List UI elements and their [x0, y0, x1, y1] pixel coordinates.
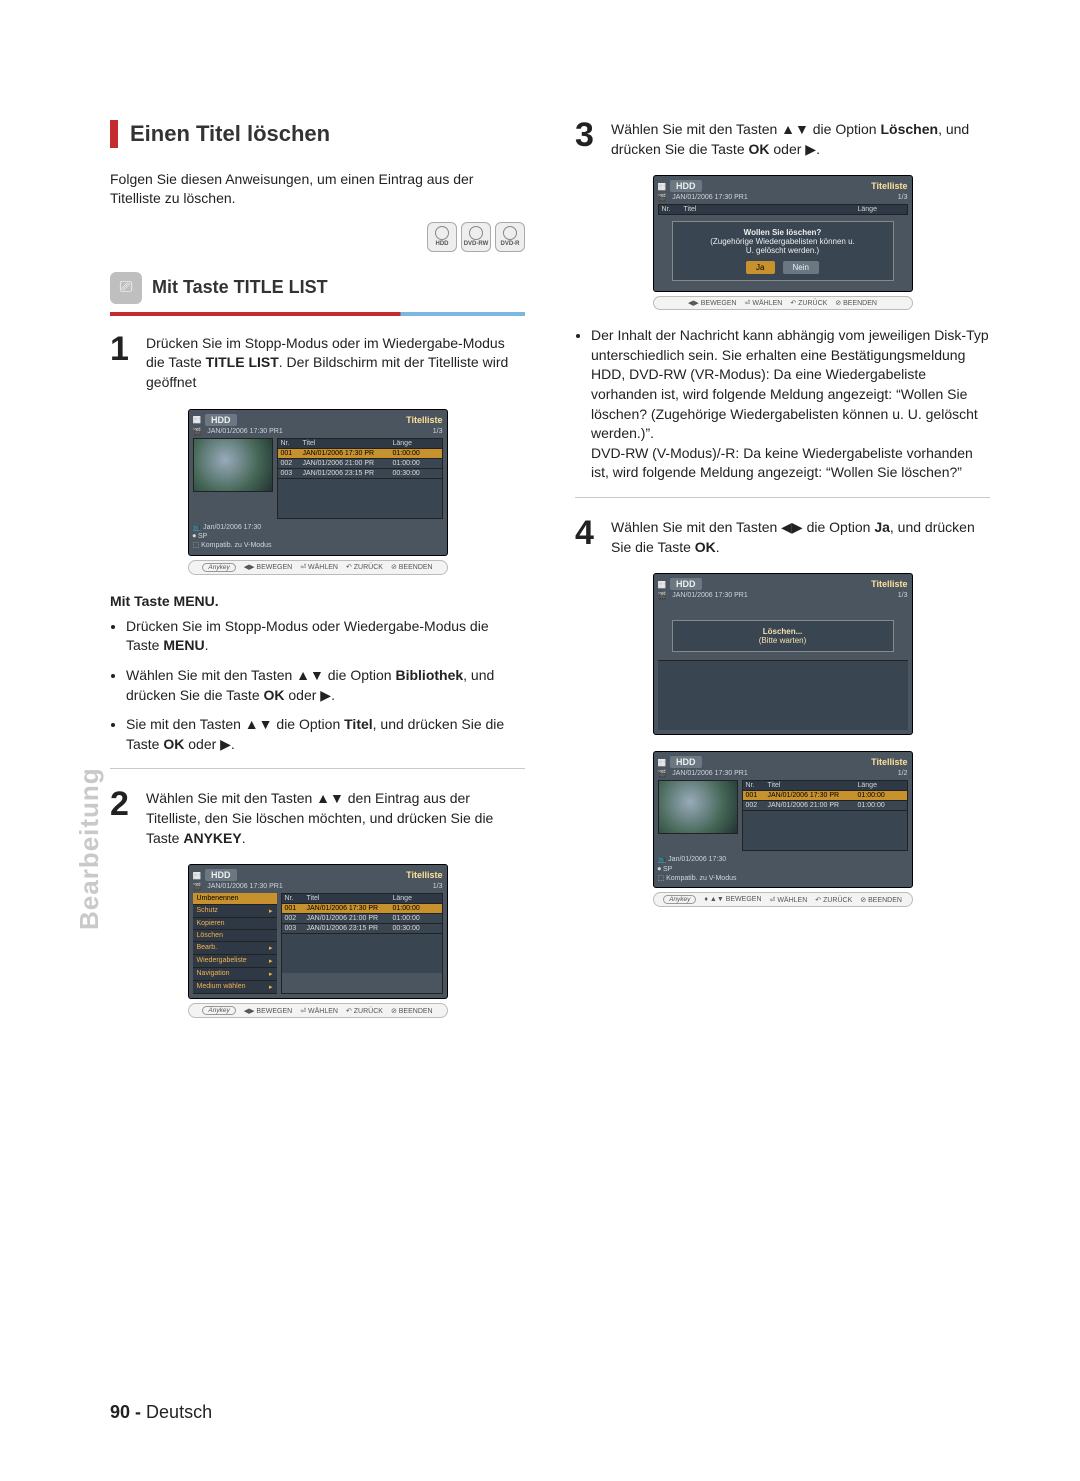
osd-confirm-yes: Ja	[746, 261, 774, 274]
page-language: Deutsch	[146, 1402, 212, 1422]
hdd-icon: ▦	[193, 870, 202, 881]
osd-delete-progress: ▦ HDD Titelliste 🎬JAN/01/2006 17:30 PR11…	[653, 573, 913, 735]
osd-context-list: Umbenennen Schutz▸ Kopieren Löschen Bear…	[193, 893, 277, 994]
step-2-number: 2	[110, 789, 136, 820]
disc-icon-hdd: HDD	[427, 222, 457, 252]
osd-title-list-after: ▦ HDD Titelliste 🎬JAN/01/2006 17:30 PR11…	[653, 751, 913, 907]
step-3: 3 Wählen Sie mit den Tasten ▲▼ die Optio…	[575, 120, 990, 159]
subsection-rule	[110, 312, 525, 316]
subsection-header: ⎚ Mit Taste TITLE LIST	[110, 272, 525, 304]
hdd-icon: ▦	[658, 181, 667, 192]
section-title: Einen Titel löschen	[130, 121, 330, 147]
osd-title-list: ▦ HDD Titelliste 🎬JAN/01/2006 17:30 PR11…	[188, 409, 448, 575]
section-header: Einen Titel löschen	[110, 120, 525, 148]
side-tab-label: Bearbeitung	[74, 767, 105, 930]
osd-confirm-modal: Wollen Sie löschen? (Zugehörige Wiederga…	[672, 221, 894, 281]
hdd-icon: ▦	[658, 579, 667, 590]
divider	[110, 768, 525, 769]
step-1: 1 Drücken Sie im Stopp-Modus oder im Wie…	[110, 334, 525, 393]
osd-confirm-no: Nein	[783, 261, 819, 274]
disc-icon-dvdr: DVD-R	[495, 222, 525, 252]
section-accent-bar	[110, 120, 118, 148]
osd-thumbnail	[193, 438, 273, 492]
menu-bullets: Drücken Sie im Stopp-Modus oder Wiederga…	[110, 617, 525, 755]
step-4: 4 Wählen Sie mit den Tasten ◀▶ die Optio…	[575, 518, 990, 557]
osd-thumbnail	[658, 780, 738, 834]
hdd-icon: ▦	[658, 757, 667, 768]
page-footer: 90 - Deutsch	[110, 1402, 212, 1423]
step-1-number: 1	[110, 334, 136, 365]
osd-context-menu: ▦ HDD Titelliste 🎬JAN/01/2006 17:30 PR11…	[188, 864, 448, 1018]
menu-heading: Mit Taste MENU.	[110, 593, 525, 609]
step-2: 2 Wählen Sie mit den Tasten ▲▼ den Eintr…	[110, 789, 525, 848]
disc-icon-dvdrw: DVD-RW	[461, 222, 491, 252]
osd-progress-modal: Löschen... (Bitte warten)	[672, 620, 894, 652]
step-3-number: 3	[575, 120, 601, 151]
intro-text: Folgen Sie diesen Anweisungen, um einen …	[110, 170, 525, 208]
step3-note: Der Inhalt der Nachricht kann abhängig v…	[575, 326, 990, 483]
step-4-number: 4	[575, 518, 601, 549]
page-number: 90 -	[110, 1402, 141, 1422]
remote-icon: ⎚	[110, 272, 142, 304]
hdd-icon: ▦	[193, 414, 202, 425]
disc-icons: HDD DVD-RW DVD-R	[110, 222, 525, 252]
osd-delete-confirm: ▦ HDD Titelliste 🎬JAN/01/2006 17:30 PR11…	[653, 175, 913, 310]
subsection-title: Mit Taste TITLE LIST	[152, 277, 328, 298]
divider	[575, 497, 990, 498]
